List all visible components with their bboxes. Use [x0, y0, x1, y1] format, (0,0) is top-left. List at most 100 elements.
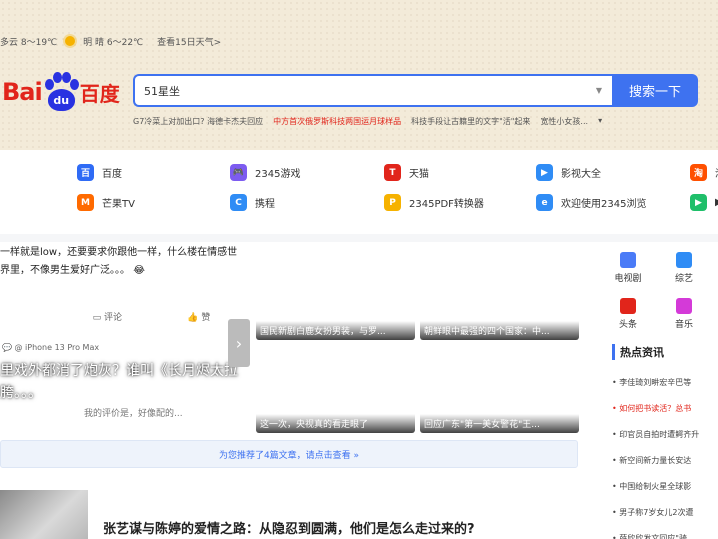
site-link[interactable]: e 欢迎使用2345浏览: [536, 194, 646, 211]
news-tile-3[interactable]: 这一次，央视真的看走眼了: [256, 343, 415, 433]
ctrip-icon: C: [230, 194, 247, 211]
hot-news-text: 中国给制火星全球影: [619, 482, 692, 491]
right-nav-item[interactable]: 头条: [603, 298, 653, 330]
comment-icon: ▭: [92, 313, 104, 323]
thumb-up-icon: 👍: [187, 313, 202, 323]
news-tile-1[interactable]: 剧集角色吸粉榜 国民新剧白鹿女扮男装，与罗...: [256, 248, 415, 340]
game-controller-icon: 🎮: [230, 164, 247, 181]
news-tile-4[interactable]: 回应广东"第一美女警花"王...: [420, 343, 579, 433]
tile-caption: 朝鲜眼中最强的四个国家：中...: [420, 321, 579, 340]
site-label: 天猫: [409, 169, 429, 180]
site-link[interactable]: 百百度: [77, 164, 122, 181]
right-nav-item[interactable]: 音乐: [659, 298, 709, 330]
right-nav-label: 电视剧: [614, 274, 642, 284]
site-label: 2345PDF转换器: [409, 199, 484, 210]
play-icon: ▶: [536, 164, 553, 181]
site-link[interactable]: P 2345PDF转换器: [384, 194, 484, 211]
site-label: 欢迎使用2345浏览: [561, 199, 647, 210]
tile-caption: 回应广东"第一美女警花"王...: [420, 414, 579, 433]
baidu-paw-icon: du: [43, 72, 79, 112]
tile-caption: 这一次，央视真的看走眼了: [256, 414, 415, 433]
weather-today: 多云 8～19℃: [0, 37, 58, 48]
right-nav-item[interactable]: 电视剧: [603, 252, 653, 284]
search-input-value: 51星坐: [144, 84, 180, 98]
carousel-next-arrow[interactable]: ›: [228, 319, 250, 367]
music-icon: [676, 298, 692, 314]
dropdown-triangle-icon[interactable]: ▼: [596, 86, 602, 95]
site-link[interactable]: ▶ 影视大全: [536, 164, 601, 181]
hot-news-item[interactable]: • 中国给制火星全球影: [612, 481, 718, 492]
hot-news-text: 新空间新力量长安达: [619, 456, 692, 465]
device-meta: 💬 @ iPhone 13 Pro Max: [2, 343, 100, 352]
hot-news-item[interactable]: • 薛欣欣发文回应"骑: [612, 533, 718, 539]
site-link[interactable]: M 芒果TV: [77, 194, 135, 211]
like-button[interactable]: 👍 赞: [187, 310, 210, 323]
comment-button[interactable]: ▭ 评论: [93, 310, 122, 323]
right-nav-label: 综艺: [674, 274, 693, 284]
search-input[interactable]: 51星坐 ▼: [133, 74, 612, 107]
tile-banner: 剧集角色吸粉榜: [262, 258, 375, 276]
right-nav-item[interactable]: 综艺: [659, 252, 709, 284]
site-link[interactable]: C 携程: [230, 194, 275, 211]
feed-post-text[interactable]: 一样就是low，还要要求你跟他一样，什么楼在情感世界里，不像男生爱好广泛。。。 …: [0, 244, 243, 280]
headline-icon: [620, 298, 636, 314]
site-link[interactable]: 淘淘: [690, 164, 718, 181]
comment-label: 评论: [104, 313, 123, 323]
browser-icon: e: [536, 194, 553, 211]
forecast-link[interactable]: 查看15日天气>: [157, 35, 221, 48]
baidu-logo[interactable]: Bai du 百度: [2, 70, 120, 114]
hot-news-item[interactable]: • 如何把书读活？总书: [612, 403, 718, 414]
hot-news-title: 热点资讯: [612, 344, 664, 360]
sun-icon: [65, 36, 76, 46]
hot-search-item[interactable]: 中方首次俄罗斯科技两国运月球样品: [273, 116, 401, 127]
site-link[interactable]: T 天猫: [384, 164, 429, 181]
hot-search-item[interactable]: G7冷菜上对加出口? 海德卡杰夫回应: [133, 116, 263, 127]
feed-card[interactable]: 💬 @ iPhone 13 Pro Max 里戏外都消了炮灰？谁叫《长月烬太拉胯…: [0, 340, 243, 430]
hot-news-item[interactable]: • 李佳琦刘畊宏辛巴等: [612, 377, 718, 388]
hot-news-text: 李佳琦刘畊宏辛巴等: [619, 378, 692, 387]
tmall-icon: T: [384, 164, 401, 181]
right-nav-label: 音乐: [674, 320, 693, 330]
hot-news-item[interactable]: • 新空间新力量长安达: [612, 455, 718, 466]
article-thumbnail[interactable]: [0, 490, 88, 539]
mango-tv-icon: M: [77, 194, 94, 211]
search-button[interactable]: 搜索一下: [612, 74, 698, 107]
laugh-emoji-icon: 😂: [133, 265, 145, 276]
mic-icon: [676, 252, 692, 268]
site-link[interactable]: 🎮 2345游戏: [230, 164, 300, 181]
hot-search-item[interactable]: 宽性小女孩...: [540, 116, 588, 127]
site-label: 影视大全: [561, 169, 601, 180]
site-label: 芒果TV: [102, 199, 135, 210]
hot-news-item[interactable]: • 男子称7岁女儿2次遭: [612, 507, 718, 518]
weather-bar: 多云 8～19℃ 明 晴 6～22℃ 查看15日天气>: [0, 33, 221, 49]
video-icon: ▶: [690, 194, 707, 211]
logo-text-cn: 百度: [79, 81, 120, 106]
divider: [0, 234, 718, 242]
weather-tomorrow: 明 晴 6～22℃: [83, 37, 144, 48]
feed-actions: ▭ 评论 👍 赞: [0, 310, 243, 323]
hot-search-item[interactable]: ▾: [598, 116, 602, 127]
logo-text-du: du: [47, 89, 75, 111]
feed-post-body: 一样就是low，还要要求你跟他一样，什么楼在情感世界里，不像男生爱好广泛。。。: [0, 247, 238, 276]
pdf-icon: P: [384, 194, 401, 211]
recommend-bar[interactable]: 为您推荐了4篇文章，请点击查看 »: [0, 440, 578, 468]
hot-news-item[interactable]: • 印官员自拍时遭鳄齐升: [612, 429, 718, 440]
like-label: 赞: [201, 313, 211, 323]
baidu-paw-icon: 百: [77, 164, 94, 181]
hot-search-item[interactable]: 科技手段让古籍里的文字"活"起来: [411, 116, 530, 127]
site-link[interactable]: ▶▶: [690, 194, 718, 211]
article-title[interactable]: 张艺谋与陈婷的爱情之路：从隐忍到圆满，他们是怎么走过来的?: [103, 518, 475, 537]
site-label: 百度: [102, 169, 122, 180]
news-tile-2[interactable]: 朝鲜眼中最强的四个国家：中...: [420, 248, 579, 340]
hot-search-line: G7冷菜上对加出口? 海德卡杰夫回应 中方首次俄罗斯科技两国运月球样品 科技手段让古…: [133, 116, 718, 127]
site-label: 2345游戏: [255, 169, 301, 180]
hot-news-text: 如何把书读活？总书: [619, 404, 692, 413]
hot-news-text: 男子称7岁女儿2次遭: [619, 508, 694, 517]
taobao-icon: 淘: [690, 164, 707, 181]
site-shortcuts: 百百度 🎮 2345游戏 T 天猫 ▶ 影视大全 淘淘 M 芒果TV C 携程 P 2345PDF转换器 e…: [0, 150, 718, 234]
tv-icon: [620, 252, 636, 268]
logo-text-bai: Bai: [2, 78, 43, 106]
hot-news-text: 印官员自拍时遭鳄齐升: [619, 430, 700, 439]
right-nav-label: 头条: [618, 320, 637, 330]
site-label: 携程: [255, 199, 275, 210]
